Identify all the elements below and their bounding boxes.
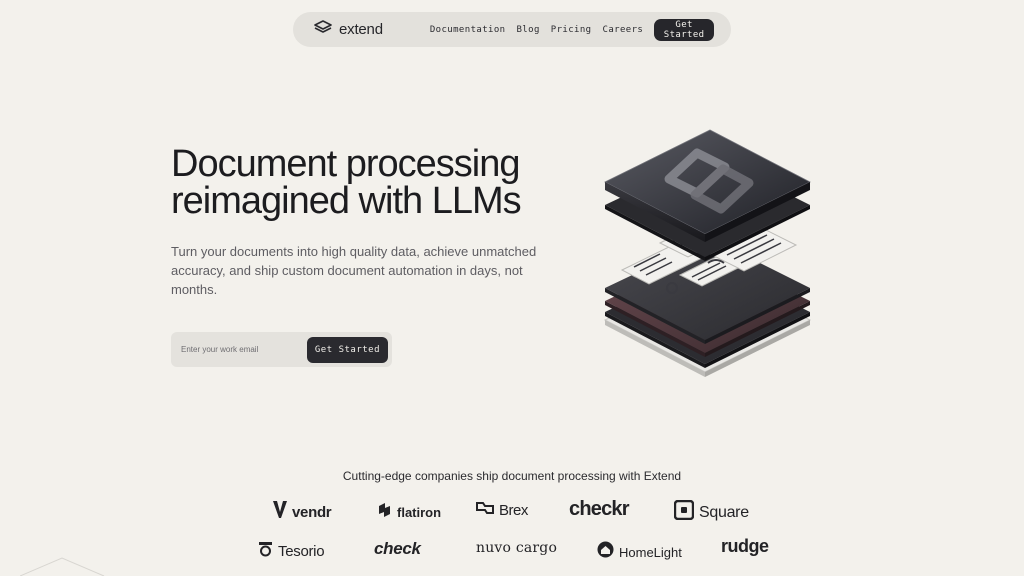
logo-flatiron: flatiron (377, 502, 441, 523)
logo-brex: Brex (476, 501, 528, 520)
logo-homelight: HomeLight (597, 541, 682, 563)
top-nav: extend Documentation Blog Pricing Career… (293, 12, 731, 47)
brand-name: extend (339, 21, 383, 38)
logos-caption: Cutting-edge companies ship document pro… (342, 469, 682, 483)
logo-check: check (374, 539, 421, 559)
homelight-mark-icon (597, 541, 614, 563)
nav-links: Documentation Blog Pricing Careers (430, 25, 643, 35)
tesorio-mark-icon (258, 541, 273, 562)
logo-flatiron-text: flatiron (397, 505, 442, 520)
logo-square-text: Square (699, 503, 749, 521)
logo-checkr-text: checkr (569, 498, 629, 520)
logo-vendr: vendr (273, 501, 332, 523)
brand-logo[interactable]: extend (314, 20, 383, 39)
extend-logo-icon (314, 20, 332, 39)
hero-title-line2: reimagined with LLMs (171, 180, 522, 222)
logo-tesorio: Tesorio (258, 541, 325, 562)
logo-vendr-text: vendr (292, 503, 332, 521)
logo-rudge-text: rudge (721, 536, 769, 556)
logo-rudge: rudge (721, 536, 769, 557)
logo-square: Square (673, 499, 749, 525)
vendr-v-icon (273, 501, 287, 523)
nav-link-careers[interactable]: Careers (603, 25, 644, 35)
nav-get-started-button[interactable]: Get Started (654, 18, 714, 41)
logo-homelight-text: HomeLight (619, 544, 682, 560)
nav-link-blog[interactable]: Blog (516, 25, 539, 35)
brex-mark-icon (476, 501, 494, 520)
decorative-outline (19, 556, 110, 576)
flatiron-mark-icon (377, 502, 392, 523)
logo-tesorio-text: Tesorio (278, 543, 325, 560)
hero-title-line1: Document processing (171, 143, 521, 185)
nav-link-documentation[interactable]: Documentation (430, 25, 506, 35)
document-layers-illustration (600, 125, 815, 383)
logo-nuvo-cargo: nuvo cargo (476, 540, 557, 556)
logo-nuvo-cargo-text: nuvo cargo (476, 540, 558, 556)
logo-check-text: check (374, 539, 421, 558)
hero-get-started-button[interactable]: Get Started (306, 336, 388, 363)
logo-checkr: checkr (569, 498, 629, 521)
hero-subtitle: Turn your documents into high quality da… (171, 244, 537, 297)
nav-link-pricing[interactable]: Pricing (551, 25, 592, 35)
hero-title: Document processing reimagined with LLMs (171, 143, 591, 222)
work-email-input[interactable] (181, 345, 307, 354)
logo-brex-text: Brex (499, 502, 528, 519)
square-mark-icon (673, 499, 695, 525)
email-signup-form: Get Started (171, 332, 392, 367)
